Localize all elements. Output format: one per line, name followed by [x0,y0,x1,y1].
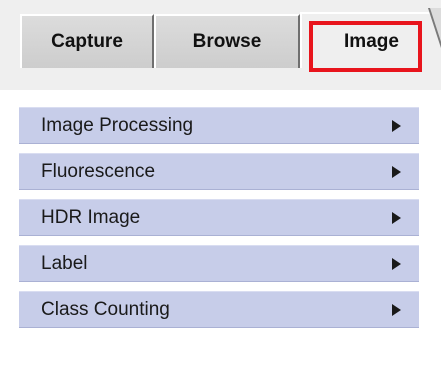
submenu-arrow-icon [392,119,401,132]
menu-item-fluorescence[interactable]: Fluorescence [19,153,419,190]
tab-capture[interactable]: Capture [20,14,154,68]
tab-capture-label: Capture [51,31,123,52]
menu-item-class-counting[interactable]: Class Counting [19,291,419,328]
tab-browse-label: Browse [192,31,262,52]
menu-item-label: Fluorescence [41,160,156,182]
menu-item-hdr-image[interactable]: HDR Image [19,199,419,236]
menu-item-label: HDR Image [41,206,141,228]
submenu-arrow-icon [392,257,401,270]
image-panel-window: Capture Browse Image Image Processing Fl… [0,0,441,365]
menu-item-label[interactable]: Label [19,245,419,282]
submenu-arrow-icon [392,211,401,224]
menu-item-image-processing[interactable]: Image Processing [19,107,419,144]
menu-item-label: Image Processing [41,114,194,136]
tab-browse[interactable]: Browse [154,14,300,68]
image-menu: Image Processing Fluorescence HDR Image … [19,107,419,337]
submenu-arrow-icon [392,165,401,178]
tab-content-panel: Image Processing Fluorescence HDR Image … [0,68,441,365]
menu-item-label: Class Counting [41,298,170,320]
highlight-annotation [309,21,422,72]
submenu-arrow-icon [392,303,401,316]
menu-item-label-text: Label [41,252,88,274]
